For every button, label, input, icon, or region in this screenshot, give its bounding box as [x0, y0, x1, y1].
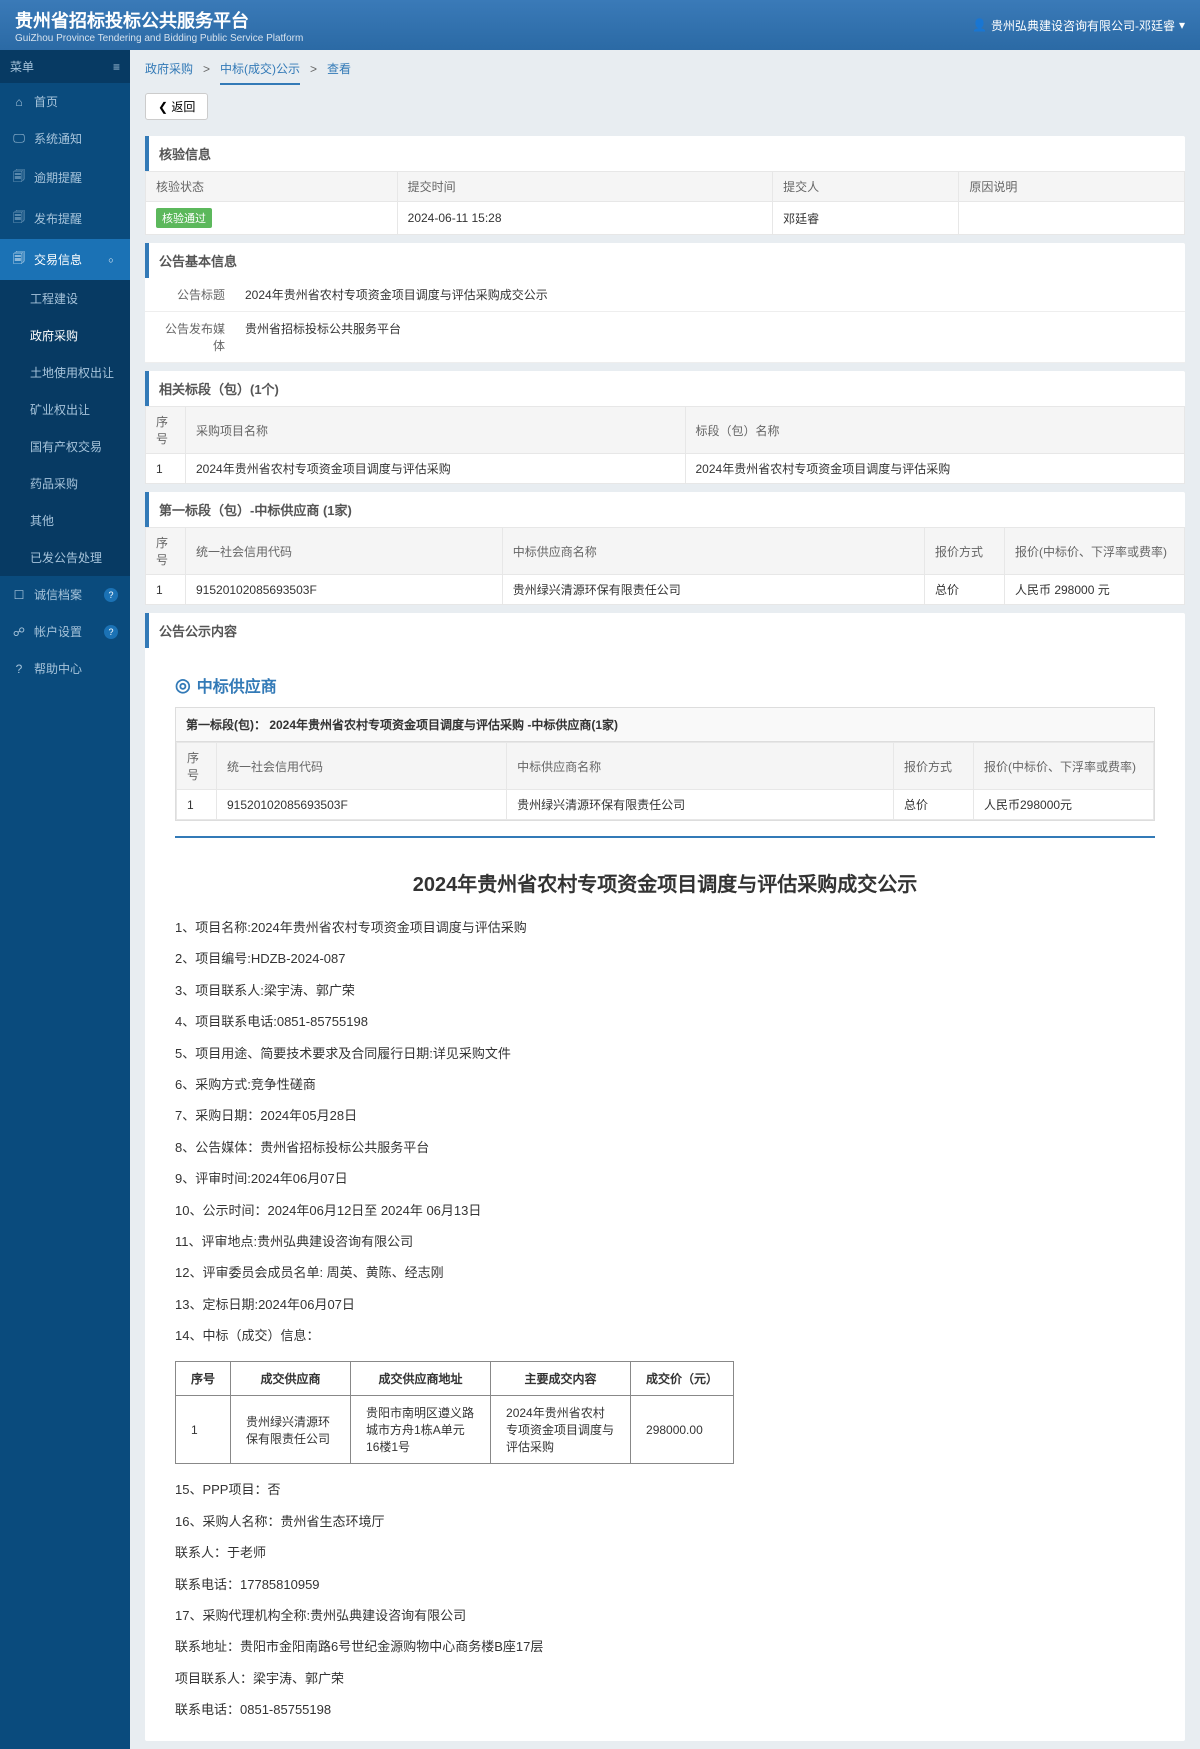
badge: ?: [104, 625, 118, 639]
doc-paragraph: 16、采购人名称：贵州省生态环境厅: [175, 1506, 1155, 1537]
app-title: 贵州省招标投标公共服务平台: [15, 11, 249, 31]
sidebar: 菜单 ≡ ⌂首页🖵系统通知🗐逾期提醒🗐发布提醒🗐交易信息○工程建设政府采购土地使…: [0, 50, 130, 1749]
verify-panel: 核验信息 核验状态 提交时间 提交人 原因说明 核验通过 2024-06-11 …: [145, 136, 1185, 235]
doc-paragraph: 11、评审地点:贵州弘典建设咨询有限公司: [175, 1226, 1155, 1257]
sidebar-subitem[interactable]: 已发公告处理: [0, 539, 130, 576]
table-row: 1 91520102085693503F 贵州绿兴清源环保有限责任公司 总价 人…: [146, 575, 1185, 605]
table-row: 1 2024年贵州省农村专项资金项目调度与评估采购 2024年贵州省农村专项资金…: [146, 454, 1185, 484]
sidebar-subitem[interactable]: 土地使用权出让: [0, 354, 130, 391]
sidebar-item[interactable]: 🗐交易信息○: [0, 239, 130, 280]
menu-icon: 🗐: [12, 208, 26, 229]
sidebar-subitem[interactable]: 政府采购: [0, 317, 130, 354]
menu-icon: ☐: [12, 588, 26, 602]
supplier-panel: 第一标段（包）-中标供应商 (1家) 序号 统一社会信用代码 中标供应商名称 报…: [145, 492, 1185, 605]
verify-title: 核验信息: [145, 136, 1185, 171]
sidebar-item[interactable]: 🗐发布提醒: [0, 198, 130, 239]
basic-panel: 公告基本信息 公告标题 2024年贵州省农村专项资金项目调度与评估采购成交公示 …: [145, 243, 1185, 363]
doc-title: 2024年贵州省农村专项资金项目调度与评估采购成交公示: [175, 853, 1155, 912]
sidebar-subitem[interactable]: 工程建设: [0, 280, 130, 317]
doc-paragraph: 17、采购代理机构全称:贵州弘典建设咨询有限公司: [175, 1600, 1155, 1631]
badge: ○: [104, 253, 118, 267]
doc-paragraph: 7、采购日期：2024年05月28日: [175, 1100, 1155, 1131]
doc-paragraph: 12、评审委员会成员名单: 周英、黄陈、经志刚: [175, 1257, 1155, 1288]
return-button[interactable]: ❮ 返回: [145, 93, 208, 120]
sidebar-menu-header: 菜单 ≡: [0, 50, 130, 83]
doc-paragraph: 13、定标日期:2024年06月07日: [175, 1289, 1155, 1320]
sidebar-subitem[interactable]: 其他: [0, 502, 130, 539]
menu-icon: ⌂: [12, 95, 26, 109]
doc-paragraph: 9、评审时间:2024年06月07日: [175, 1163, 1155, 1194]
content-title: 公告公示内容: [145, 613, 1185, 648]
doc-paragraph: 联系电话：0851-85755198: [175, 1694, 1155, 1725]
doc-paragraph: 3、项目联系人:梁宇涛、郭广荣: [175, 975, 1155, 1006]
table-row: 1 贵州绿兴清源环保有限责任公司 贵阳市南明区遵义路城市方舟1栋A单元16楼1号…: [176, 1396, 734, 1464]
supplier-table: 序号 统一社会信用代码 中标供应商名称 报价方式 报价(中标价、下浮率或费率) …: [145, 527, 1185, 605]
doc-paragraph: 联系电话：17785810959: [175, 1569, 1155, 1600]
menu-icon: 🗐: [12, 167, 26, 188]
user-info[interactable]: 👤 贵州弘典建设咨询有限公司-邓廷睿 ▾: [972, 17, 1185, 34]
content-panel: 公告公示内容 中标供应商 第一标段(包)： 2024年贵州省农村专项资金项目调度…: [145, 613, 1185, 1741]
doc-paragraph: 10、公示时间：2024年06月12日至 2024年 06月13日: [175, 1195, 1155, 1226]
app-subtitle: GuiZhou Province Tendering and Bidding P…: [15, 33, 303, 44]
sidebar-subitem[interactable]: 药品采购: [0, 465, 130, 502]
doc-paragraph: 1、项目名称:2024年贵州省农村专项资金项目调度与评估采购: [175, 912, 1155, 943]
sidebar-item[interactable]: ☐诚信档案?: [0, 576, 130, 613]
header: 贵州省招标投标公共服务平台 GuiZhou Province Tendering…: [0, 0, 1200, 50]
sections-title: 相关标段（包）(1个): [145, 371, 1185, 406]
sup-box-title: 第一标段(包)： 2024年贵州省农村专项资金项目调度与评估采购 -中标供应商(…: [176, 708, 1154, 742]
main-content: 政府采购 > 中标(成交)公示 > 查看 ❮ 返回 核验信息 核验状态 提交时间…: [130, 50, 1200, 1749]
table-row: 1 91520102085693503F 贵州绿兴清源环保有限责任公司 总价 人…: [177, 790, 1154, 820]
table-row: 公告标题 2024年贵州省农村专项资金项目调度与评估采购成交公示: [145, 278, 1185, 312]
verify-table: 核验状态 提交时间 提交人 原因说明 核验通过 2024-06-11 15:28…: [145, 171, 1185, 235]
doc-paragraph: 4、项目联系电话:0851-85755198: [175, 1006, 1155, 1037]
supplier-title: 第一标段（包）-中标供应商 (1家): [145, 492, 1185, 527]
menu-icon: 🖵: [12, 131, 26, 146]
doc-paragraph: 6、采购方式:竞争性磋商: [175, 1069, 1155, 1100]
sidebar-item[interactable]: ?帮助中心: [0, 650, 130, 687]
sidebar-item[interactable]: ☍帐户设置?: [0, 613, 130, 650]
table-row: 核验通过 2024-06-11 15:28 邓廷睿: [146, 202, 1185, 235]
menu-icon: 🗐: [12, 249, 26, 270]
breadcrumb: 政府采购 > 中标(成交)公示 > 查看: [130, 50, 1200, 85]
doc-paragraph: 5、项目用途、简要技术要求及合同履行日期:详见采购文件: [175, 1038, 1155, 1069]
doc-paragraph: 项目联系人：梁宇涛、郭广荣: [175, 1663, 1155, 1694]
menu-icon: ☍: [12, 625, 26, 639]
sidebar-item[interactable]: ⌂首页: [0, 83, 130, 120]
menu-icon: ?: [12, 662, 26, 676]
doc-paragraph: 联系地址：贵阳市金阳南路6号世纪金源购物中心商务楼B座17层: [175, 1631, 1155, 1662]
sidebar-subitem[interactable]: 矿业权出让: [0, 391, 130, 428]
crumb-2[interactable]: 中标(成交)公示: [220, 60, 300, 85]
crumb-3[interactable]: 查看: [327, 62, 351, 76]
user-icon: 👤: [972, 18, 987, 32]
sections-panel: 相关标段（包）(1个) 序号 采购项目名称 标段（包）名称 1 2024年贵州省…: [145, 371, 1185, 484]
deal-table: 序号 成交供应商 成交供应商地址 主要成交内容 成交价（元） 1 贵州绿兴清源环…: [175, 1361, 734, 1464]
crumb-1[interactable]: 政府采购: [145, 62, 193, 76]
doc-paragraph: 15、PPP项目：否: [175, 1474, 1155, 1505]
sidebar-subitem[interactable]: 国有产权交易: [0, 428, 130, 465]
menu-toggle-icon[interactable]: ≡: [113, 60, 120, 74]
basic-title: 公告基本信息: [145, 243, 1185, 278]
table-row: 公告发布媒体 贵州省招标投标公共服务平台: [145, 312, 1185, 363]
doc-paragraph: 联系人：于老师: [175, 1537, 1155, 1568]
doc-paragraph: 8、公告媒体：贵州省招标投标公共服务平台: [175, 1132, 1155, 1163]
badge: ?: [104, 588, 118, 602]
sections-table: 序号 采购项目名称 标段（包）名称 1 2024年贵州省农村专项资金项目调度与评…: [145, 406, 1185, 484]
chevron-down-icon: ▾: [1179, 18, 1185, 32]
doc-body: 1、项目名称:2024年贵州省农村专项资金项目调度与评估采购2、项目编号:HDZ…: [175, 912, 1155, 1351]
doc-body-2: 15、PPP项目：否16、采购人名称：贵州省生态环境厅联系人：于老师联系电话：1…: [175, 1474, 1155, 1725]
sup-table: 序号 统一社会信用代码 中标供应商名称 报价方式 报价(中标价、下浮率或费率) …: [176, 742, 1154, 820]
supplier-header: 中标供应商: [175, 663, 1155, 707]
status-badge: 核验通过: [156, 208, 212, 228]
sidebar-item[interactable]: 🖵系统通知: [0, 120, 130, 157]
doc-paragraph: 14、中标（成交）信息：: [175, 1320, 1155, 1351]
sidebar-item[interactable]: 🗐逾期提醒: [0, 157, 130, 198]
doc-paragraph: 2、项目编号:HDZB-2024-087: [175, 943, 1155, 974]
